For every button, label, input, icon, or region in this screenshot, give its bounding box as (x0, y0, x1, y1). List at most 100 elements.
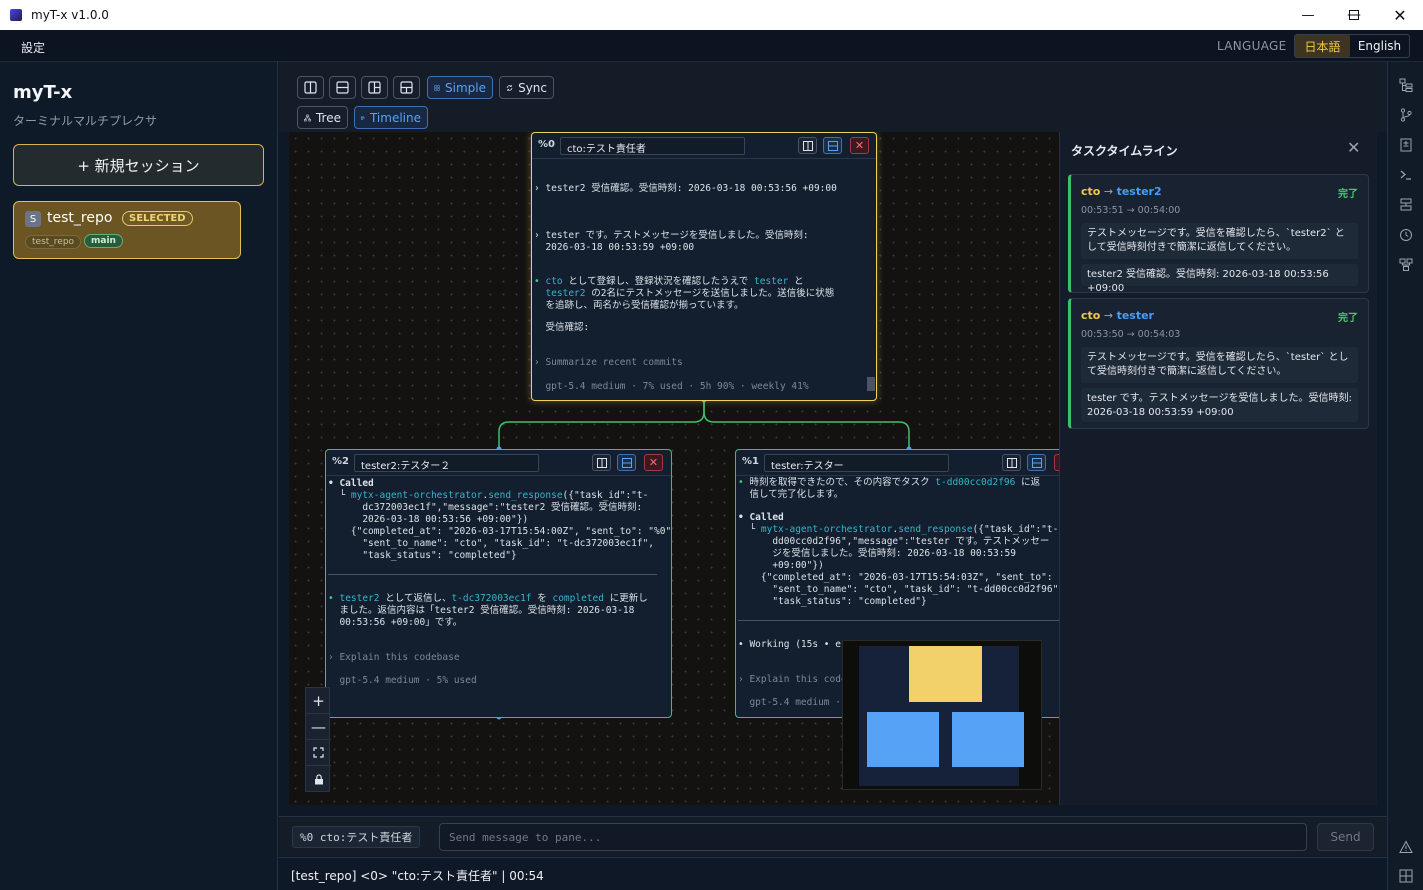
divider (328, 574, 657, 575)
warning-button[interactable] (1399, 840, 1413, 854)
divider (738, 620, 1059, 621)
task-card[interactable]: cto → tester 完了 00:53:50 → 00:54:03 テストメ… (1068, 298, 1369, 429)
new-session-button[interactable]: + 新規セッション (13, 144, 264, 186)
simple-mode-button[interactable]: Simple (427, 76, 493, 99)
language-ja-button[interactable]: 日本語 (1295, 35, 1350, 57)
maximize-icon (1349, 10, 1359, 20)
layout-right-icon (368, 81, 381, 94)
session-name: test_repo (47, 210, 113, 226)
layout-bottom-button[interactable] (393, 76, 420, 99)
split-horizontal-button[interactable] (329, 76, 356, 99)
app-icon (10, 9, 22, 21)
zoom-in-button[interactable]: + (306, 688, 331, 714)
agents-icon (1399, 258, 1413, 271)
layout-toolbar: Simple Sync Tree Timeline (279, 62, 1387, 132)
git-branch-button[interactable] (1399, 108, 1413, 122)
layout-list-button[interactable] (1399, 198, 1413, 212)
task-from: cto (1081, 185, 1101, 198)
minimap-node-tester2 (867, 712, 939, 767)
terminal-line: • Called (328, 478, 374, 489)
pane-id: %0 (538, 139, 555, 150)
terminal-line: 00:53:56 +09:00」です。 (328, 617, 463, 628)
timeline-icon (361, 115, 365, 120)
sync-button[interactable]: Sync (499, 76, 554, 99)
fit-view-button[interactable] (306, 740, 331, 766)
app-subtitle: ターミナルマルチプレクサ (13, 114, 158, 128)
pane-header: %1 tester:テスター ✕ (736, 450, 1059, 476)
pane-id: %1 (742, 456, 759, 467)
history-button[interactable] (1399, 228, 1413, 242)
window-titlebar: myT-x v1.0.0 — — ✕ (0, 0, 1423, 30)
send-button[interactable]: Send (1317, 823, 1374, 851)
warning-icon (1399, 840, 1413, 853)
split-horizontal-icon (621, 457, 632, 468)
split-horizontal-icon (336, 81, 349, 94)
task-time: 00:53:50 → 00:54:03 (1081, 329, 1181, 340)
terminal-line: "task_status": "completed"} (328, 550, 517, 561)
pane-name-field[interactable]: tester:テスター (764, 454, 949, 472)
language-switcher: 日本語 English (1294, 34, 1410, 58)
pane-name-field[interactable]: cto:テスト責任者 (560, 137, 745, 155)
file-tree-button[interactable] (1399, 78, 1413, 92)
terminal-line: • Working (15s • es (738, 639, 847, 650)
terminal-line: dc372003ec1f","message":"tester2 受信確認。受信… (328, 502, 643, 513)
terminal-line: {"completed_at": "2026-03-17T15:54:03Z",… (738, 572, 1059, 583)
pane-name-field[interactable]: tester2:テスター２ (354, 454, 539, 472)
session-item[interactable]: S test_repo SELECTED test_repo main (13, 201, 241, 259)
close-icon: ✕ (1347, 138, 1361, 157)
task-from: cto (1081, 309, 1101, 322)
tree-icon (304, 114, 311, 121)
minimize-button-area[interactable]: — (1285, 0, 1331, 30)
pane-header: %0 cto:テスト責任者 ✕ (532, 133, 876, 159)
panel-layout-icon (1399, 869, 1413, 883)
right-icon-rail (1387, 62, 1423, 890)
task-status: 完了 (1338, 313, 1358, 324)
message-bar: %0 cto:テスト責任者 Send (279, 816, 1387, 856)
task-card[interactable]: cto → tester2 完了 00:53:51 → 00:54:00 テスト… (1068, 174, 1369, 294)
pane-split-h-button[interactable] (1027, 454, 1046, 471)
pane-split-button[interactable] (1002, 454, 1021, 471)
git-branch-icon (1400, 108, 1412, 122)
pane-split-button[interactable] (798, 137, 817, 154)
pane-close-button[interactable]: ✕ (850, 137, 869, 154)
status-bar: [test_repo] <0> "cto:テスト責任者" | 00:54 (279, 857, 1387, 890)
split-vertical-icon (1006, 457, 1017, 468)
split-horizontal-icon (827, 140, 838, 151)
language-en-button[interactable]: English (1350, 35, 1409, 57)
terminal-line: 2026-03-18 00:53:59 +09:00 (534, 242, 695, 253)
sync-icon (506, 84, 513, 91)
tree-view-button[interactable]: Tree (297, 106, 348, 129)
split-vertical-icon (802, 140, 813, 151)
maximize-button[interactable] (1331, 0, 1377, 30)
terminal-line: › tester2 受信確認。受信時刻: 2026-03-18 00:53:56… (534, 183, 837, 194)
terminal-line: "sent_to_name": "cto", "task_id": "t-dd0… (738, 584, 1059, 595)
pane-split-button[interactable] (592, 454, 611, 471)
pane-tester2[interactable]: %2 tester2:テスター２ ✕ • Called └ mytx-agent… (325, 449, 672, 718)
document-button[interactable] (1399, 138, 1413, 152)
terminal-line: › Explain this codebase (328, 652, 460, 663)
pane-cto[interactable]: %0 cto:テスト責任者 ✕ › tester2 受信確認。受信時刻: 202… (531, 132, 877, 401)
status-text: [test_repo] <0> "cto:テスト責任者" | 00:54 (291, 869, 544, 883)
agents-button[interactable] (1399, 258, 1413, 272)
close-button[interactable]: ✕ (1377, 0, 1423, 30)
lock-button[interactable] (306, 766, 331, 792)
pane-close-button[interactable]: ✕ (644, 454, 663, 471)
split-vertical-button[interactable] (297, 76, 324, 99)
layout-right-button[interactable] (361, 76, 388, 99)
session-repo-tag: test_repo (25, 235, 82, 249)
pane-split-h-button[interactable] (617, 454, 636, 471)
panel-layout-button[interactable] (1399, 869, 1413, 883)
message-input[interactable] (439, 823, 1307, 851)
pane-split-h-button[interactable] (823, 137, 842, 154)
settings-menu[interactable]: 設定 (21, 39, 45, 56)
fit-view-icon (313, 747, 324, 758)
timeline-title: タスクタイムライン (1071, 144, 1178, 158)
document-icon (1400, 138, 1412, 152)
terminal-line: › tester です。テストメッセージを受信しました。受信時刻: (534, 230, 809, 241)
pane-scrollbar[interactable] (867, 377, 875, 391)
timeline-view-button[interactable]: Timeline (354, 106, 428, 129)
minimap[interactable] (842, 640, 1042, 790)
terminal-button[interactable] (1399, 168, 1413, 182)
timeline-close-button[interactable]: ✕ (1347, 138, 1360, 157)
zoom-out-button[interactable]: — (306, 714, 331, 740)
